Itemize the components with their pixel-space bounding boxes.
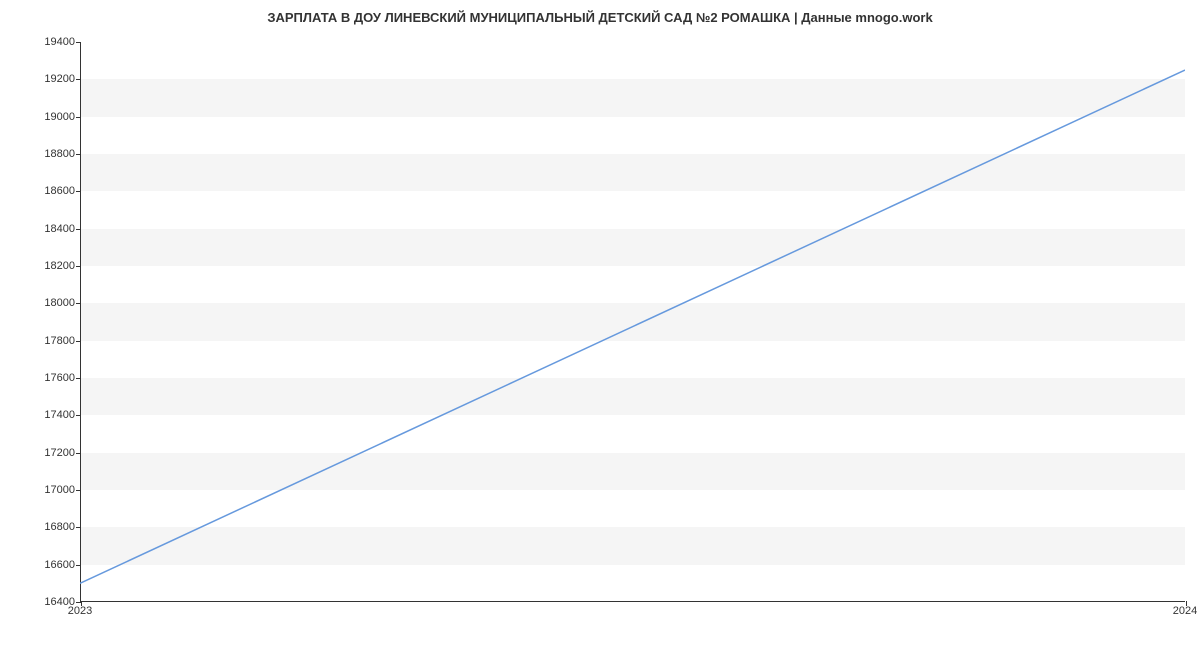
- grid-band: [81, 453, 1185, 490]
- y-tick-mark: [76, 117, 81, 118]
- y-tick-label: 18400: [35, 223, 75, 235]
- y-tick-label: 17200: [35, 447, 75, 459]
- y-tick-label: 17000: [35, 484, 75, 496]
- x-tick-label: 2024: [1173, 605, 1197, 617]
- y-tick-label: 19400: [35, 36, 75, 48]
- chart-title: ЗАРПЛАТА В ДОУ ЛИНЕВСКИЙ МУНИЦИПАЛЬНЫЙ Д…: [0, 0, 1200, 35]
- y-tick-mark: [76, 565, 81, 566]
- grid-band: [81, 154, 1185, 191]
- grid-band: [81, 79, 1185, 116]
- y-tick-label: 19000: [35, 111, 75, 123]
- y-tick-label: 18000: [35, 297, 75, 309]
- y-tick-label: 16600: [35, 559, 75, 571]
- y-tick-label: 16800: [35, 521, 75, 533]
- y-tick-mark: [76, 79, 81, 80]
- y-tick-mark: [76, 303, 81, 304]
- grid-band: [81, 229, 1185, 266]
- y-tick-mark: [76, 527, 81, 528]
- x-tick-label: 2023: [68, 605, 92, 617]
- y-tick-mark: [76, 415, 81, 416]
- y-tick-label: 17800: [35, 335, 75, 347]
- y-tick-label: 18200: [35, 260, 75, 272]
- y-tick-mark: [76, 191, 81, 192]
- y-tick-mark: [76, 453, 81, 454]
- y-tick-label: 18600: [35, 185, 75, 197]
- y-tick-mark: [76, 490, 81, 491]
- grid-band: [81, 378, 1185, 415]
- y-tick-mark: [76, 341, 81, 342]
- y-tick-mark: [76, 229, 81, 230]
- y-tick-label: 19200: [35, 73, 75, 85]
- y-tick-mark: [76, 266, 81, 267]
- y-tick-mark: [76, 42, 81, 43]
- grid-band: [81, 303, 1185, 340]
- y-tick-mark: [76, 154, 81, 155]
- y-tick-label: 17400: [35, 409, 75, 421]
- y-tick-label: 17600: [35, 372, 75, 384]
- y-axis-labels: 1640016600168001700017200174001760017800…: [35, 42, 75, 602]
- y-tick-label: 18800: [35, 148, 75, 160]
- grid-band: [81, 527, 1185, 564]
- y-tick-mark: [76, 378, 81, 379]
- chart-plot-area: [80, 42, 1185, 602]
